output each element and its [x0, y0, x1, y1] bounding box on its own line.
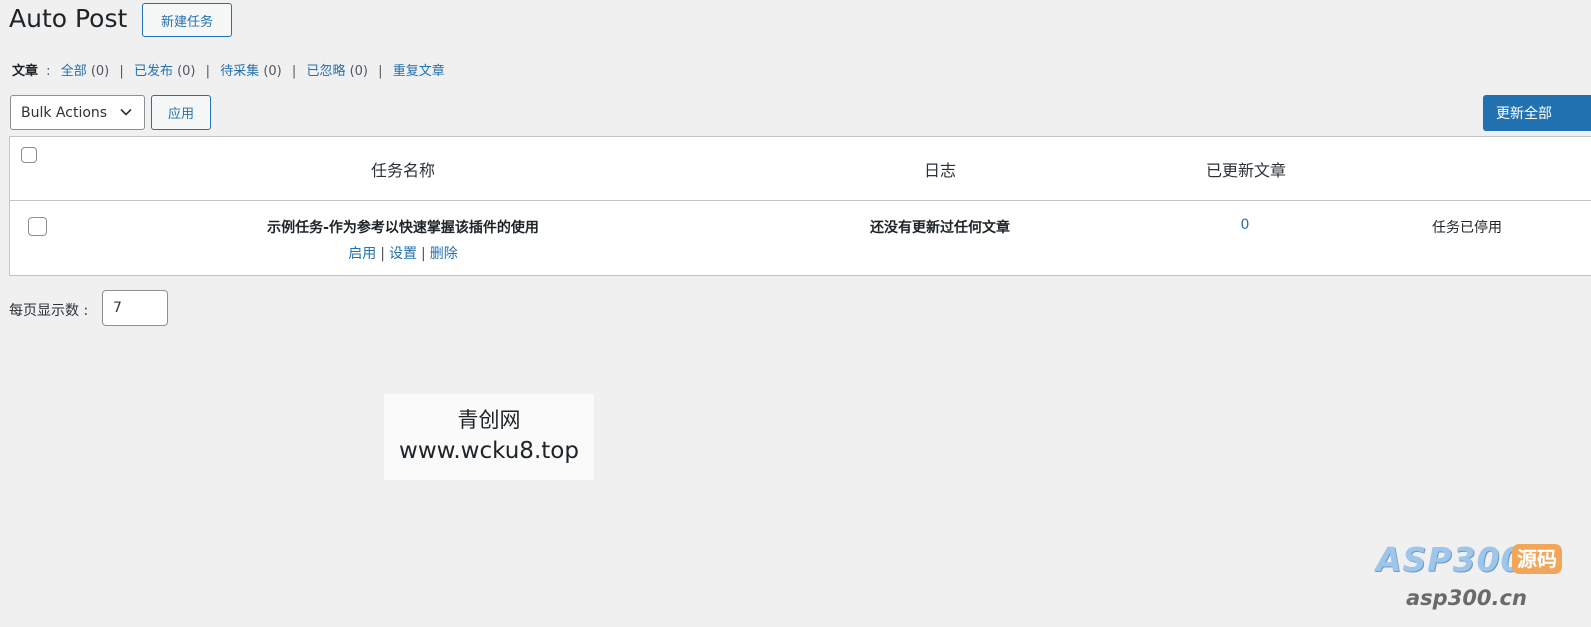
watermark-overlay: 青创网 www.wcku8.top [384, 394, 594, 480]
filter-published-count: (0) [177, 64, 196, 79]
column-header-log: 日志 [923, 161, 957, 180]
row-actions: 启用 | 设置 | 删除 [348, 243, 457, 263]
status-filter-links: 文章 : 全部 (0) | 已发布 (0) | 待采集 (0) | 已忽略 (0… [12, 62, 445, 82]
filter-separator: | [205, 64, 211, 79]
watermark-title: 青创网 [457, 408, 521, 432]
column-header-task-name: 任务名称 [370, 161, 436, 180]
delete-link[interactable]: 删除 [430, 246, 458, 262]
bulk-actions-select[interactable]: Bulk Actions [10, 95, 145, 130]
filter-duplicate-link[interactable]: 重复文章 [393, 64, 445, 79]
task-name: 示例任务-作为参考以快速掌握该插件的使用 [267, 220, 539, 236]
row-checkbox[interactable] [28, 217, 47, 236]
table-header: 任务名称 日志 已更新文章 [10, 137, 1591, 201]
watermark-url: www.wcku8.top [399, 438, 579, 464]
updated-count-link[interactable]: 0 [1241, 217, 1250, 233]
filter-all-count: (0) [90, 64, 110, 79]
task-status: 任务已停用 [1432, 220, 1502, 236]
filter-group-label: 文章 [12, 64, 39, 79]
chevron-down-icon [120, 108, 132, 116]
select-all-checkbox[interactable] [21, 147, 37, 163]
update-all-button[interactable]: 更新全部 [1483, 95, 1591, 131]
per-page-label: 每页显示数 : [9, 303, 89, 319]
filter-colon: : [46, 64, 51, 79]
logo-brand: ASP300 [1376, 540, 1525, 579]
filter-ignored-count: (0) [349, 64, 369, 79]
action-separator: | [421, 246, 426, 262]
filter-separator: | [378, 64, 383, 79]
filter-pending-count: (0) [263, 64, 282, 79]
page-title: Auto Post [9, 4, 128, 33]
settings-link[interactable]: 设置 [389, 246, 417, 262]
per-page-input[interactable] [102, 290, 168, 326]
logo-tag: 源码 [1512, 544, 1562, 574]
new-task-button[interactable]: 新建任务 [142, 3, 232, 37]
enable-link[interactable]: 启用 [348, 246, 376, 262]
apply-button[interactable]: 应用 [151, 95, 211, 130]
filter-published-link[interactable]: 已发布 [134, 64, 173, 79]
asp300-logo: ASP300 源码 asp300.cn [1376, 540, 1566, 620]
filter-separator: | [119, 64, 124, 79]
logo-domain: asp300.cn [1406, 586, 1527, 610]
column-header-updated-posts: 已更新文章 [1205, 161, 1287, 180]
action-separator: | [380, 246, 385, 262]
task-log: 还没有更新过任何文章 [870, 220, 1010, 236]
filter-pending-link[interactable]: 待采集 [220, 64, 259, 79]
filter-separator: | [291, 64, 297, 79]
filter-ignored-link[interactable]: 已忽略 [306, 64, 345, 79]
task-table: 任务名称 日志 已更新文章 示例任务-作为参考以快速掌握该插件的使用 启用 | 设置… [9, 136, 1591, 276]
bulk-actions-selected-value: Bulk Actions [21, 104, 108, 121]
filter-all-link[interactable]: 全部 [61, 64, 87, 79]
